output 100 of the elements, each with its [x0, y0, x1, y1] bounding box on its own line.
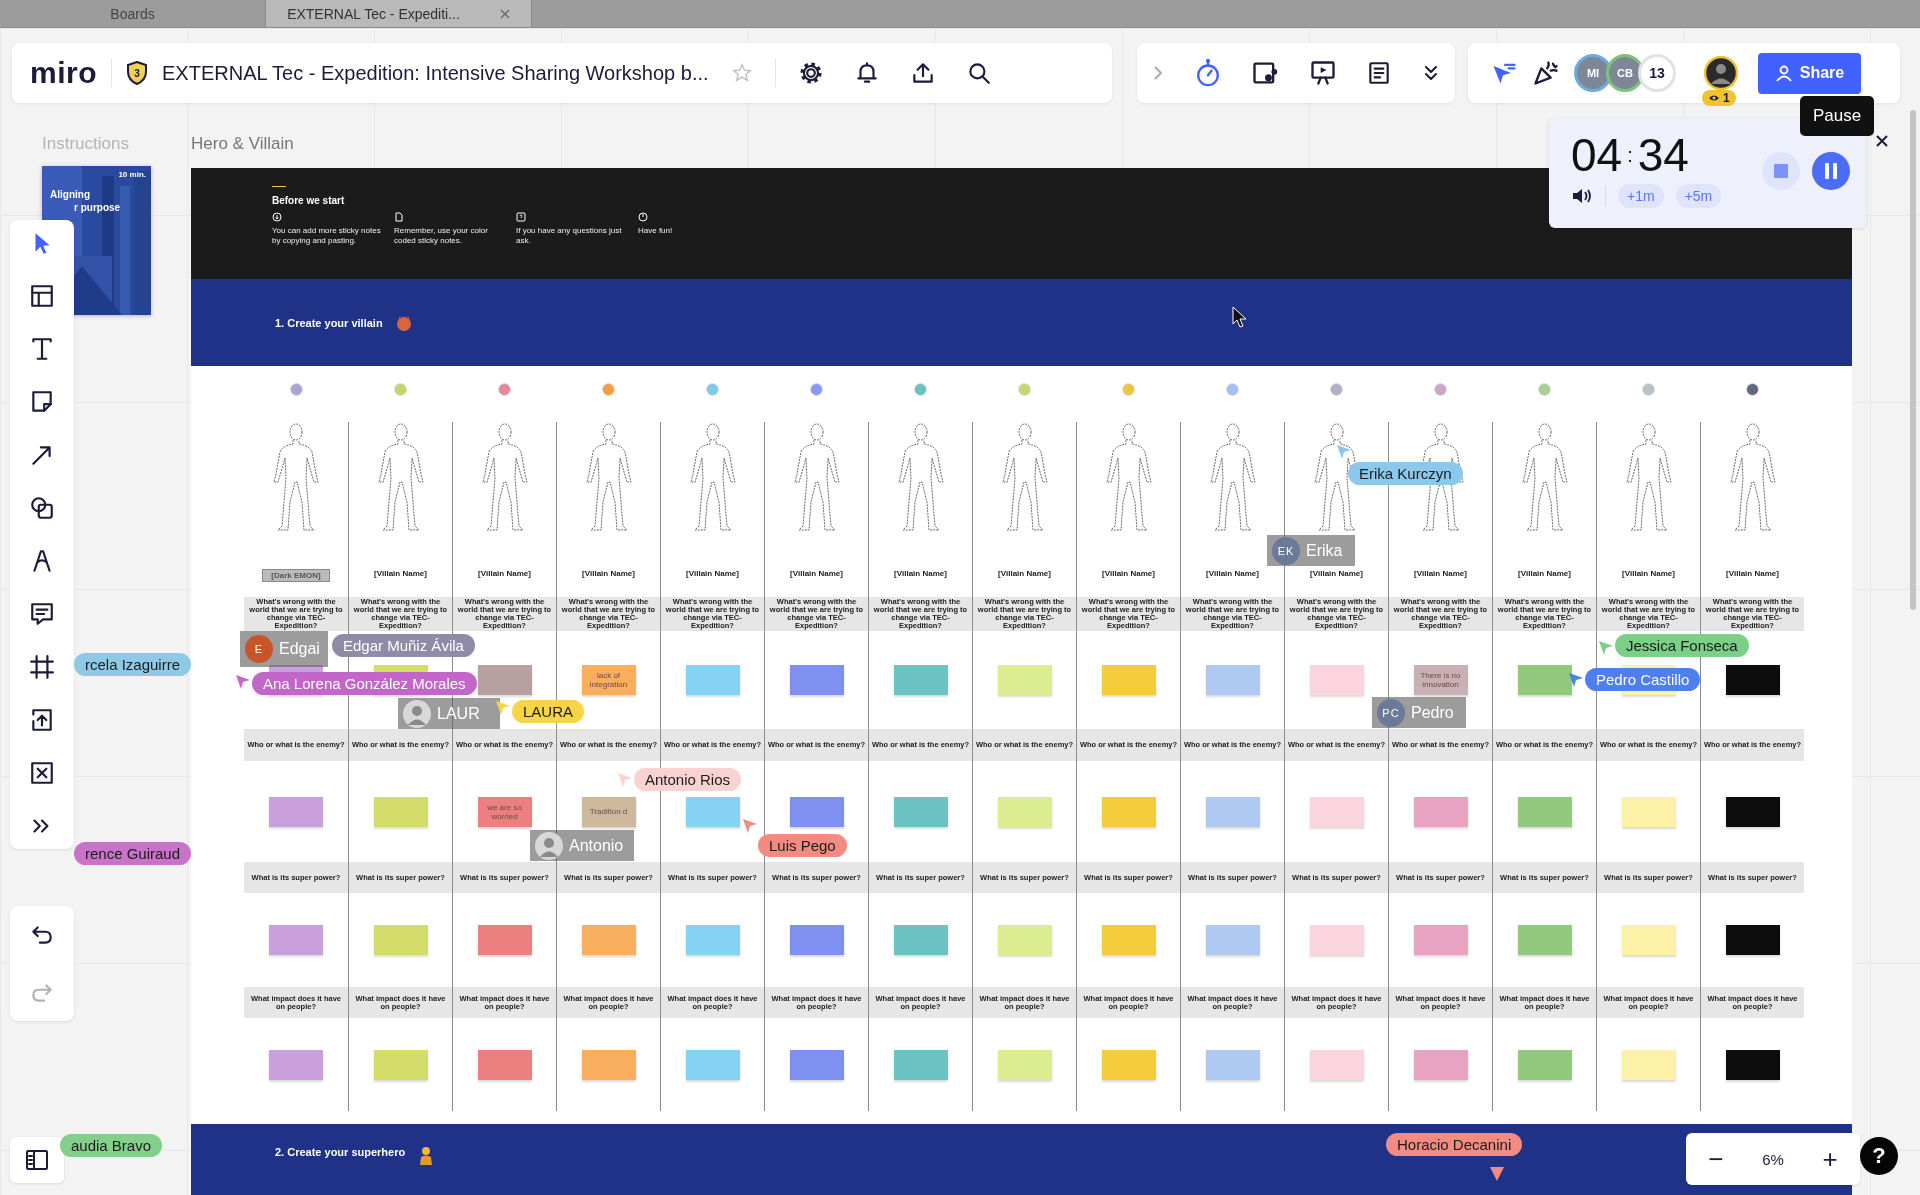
add-time-button[interactable]: +1m [1618, 184, 1664, 208]
eye-icon [1708, 94, 1720, 102]
stop-button[interactable] [1762, 152, 1800, 190]
pause-button[interactable] [1812, 152, 1850, 190]
section-title: 1. Create your villain [275, 316, 383, 329]
cursor-name-tooltip: Jessica Fonseca [1615, 634, 1749, 657]
tab-title: Boards [110, 5, 155, 22]
cursor-name-tooltip: Horacio Decanini [1386, 1133, 1523, 1156]
user-name: Pedro [1411, 703, 1454, 722]
card-title: Aligning [50, 188, 91, 201]
frame-icon[interactable] [29, 654, 55, 680]
tip-icon [638, 212, 648, 222]
villain-name: [Villain Name] [478, 569, 531, 578]
user-name: Antonio [569, 836, 624, 855]
intro-heading: Before we start [272, 195, 345, 206]
sticky-note[interactable]: Tradition d [581, 796, 636, 827]
tip-text: If you have any questions just ask. [516, 226, 623, 246]
cursor-icon [1568, 672, 1584, 688]
add-time-button[interactable]: +5m [1675, 184, 1722, 208]
timer-minutes: 04 [1571, 130, 1623, 180]
section-title: 2. Create your superhero [275, 1146, 406, 1158]
cursor-name-tooltip: rcela Izaguirre [74, 653, 192, 676]
party-popper-icon[interactable] [1532, 59, 1560, 87]
timer-separator: : [1627, 143, 1633, 167]
tip-icon [516, 212, 526, 222]
tip-text: Have fun! [638, 226, 674, 236]
shapes-icon[interactable] [29, 495, 55, 521]
cursor-icon [495, 700, 511, 716]
sticky-note-icon[interactable] [29, 389, 55, 415]
chevron-right-icon[interactable] [1151, 64, 1165, 82]
viewer-count: 1 [1723, 91, 1730, 105]
cursor-name-tooltip: Erika Kurczyn [1348, 462, 1463, 485]
cursor-icon [742, 818, 758, 834]
avatar-icon [403, 699, 431, 728]
cursor-name-tooltip: Edgar Muñiz Ávila [332, 634, 475, 657]
tab-title: EXTERNAL Tec - Expediti... [287, 5, 460, 22]
card-title: r purpose [73, 201, 121, 214]
pause-icon [1824, 163, 1838, 179]
time-label: 10 min. [118, 170, 146, 179]
tip-text: Remember, use your color coded sticky notes. [394, 226, 489, 246]
help-button[interactable]: ? [1860, 1137, 1898, 1175]
villain-name: [Villain Name] [582, 569, 635, 578]
cursor-name-tooltip: Antonio Rios [634, 768, 742, 791]
sticky-note[interactable] [1725, 1049, 1780, 1080]
user-name: Erika [1306, 541, 1343, 560]
timer-seconds: 34 [1637, 130, 1689, 180]
cursor-name-tooltip: audia Bravo [60, 1134, 163, 1157]
sticky-note[interactable]: we are so worried [477, 796, 532, 827]
villain-name: [Villain Name] [1414, 569, 1467, 578]
tip-text: You can add more sticky notes by copying and pasting. [272, 226, 382, 246]
zoom-in-button[interactable]: + [1816, 1143, 1844, 1175]
cursor-icon [1598, 640, 1614, 656]
villain-name: [Villain Name] [790, 569, 843, 578]
villain-name: [Villain Name] [1726, 569, 1779, 578]
zoom-out-button[interactable]: − [1702, 1143, 1730, 1175]
comment-icon[interactable] [29, 601, 55, 627]
villain-name: [Dark EMON] [262, 569, 330, 582]
tip-icon [394, 212, 404, 222]
villain-name: [Villain Name] [1518, 569, 1571, 578]
villain-name: [Villain Name] [374, 569, 427, 578]
zoom-level[interactable]: 6% [1762, 1150, 1784, 1168]
sidebar-toggle-button[interactable] [10, 1137, 64, 1183]
sticky-note[interactable] [1725, 796, 1780, 827]
sticky-note[interactable]: lack of integration [581, 665, 636, 695]
text-icon[interactable] [29, 336, 55, 362]
more-users-count[interactable]: 13 [1638, 54, 1676, 92]
cursor-icon [235, 674, 251, 690]
avatar-icon[interactable] [1704, 56, 1738, 90]
stop-icon [1774, 164, 1788, 178]
cursor-name-tooltip: rence Guiraud [74, 842, 192, 865]
mouse-pointer-icon [1232, 306, 1248, 328]
villain-name: [Villain Name] [998, 569, 1051, 578]
cursor-name-tooltip: Pedro Castillo [1585, 668, 1701, 691]
scrollbar[interactable] [1910, 110, 1916, 610]
villain-name: [Villain Name] [1622, 569, 1675, 578]
share-button[interactable]: Share [1758, 52, 1861, 94]
sticky-note[interactable]: There is no innovation [1413, 665, 1468, 695]
close-icon[interactable] [1875, 134, 1889, 148]
presentation-icon[interactable] [1308, 59, 1337, 87]
sidebar-icon [25, 1149, 49, 1171]
browser-tab[interactable]: EXTERNAL Tec - Expediti... [266, 0, 532, 27]
cursor-name-tooltip: Ana Lorena González Morales [252, 672, 477, 695]
cursor-icon [1489, 1166, 1505, 1182]
plan-badge: 3 [126, 61, 148, 85]
templates-icon[interactable] [29, 283, 55, 309]
cursor-name-tooltip: Luis Pego [758, 834, 847, 857]
star-icon[interactable] [730, 62, 753, 84]
cursor-name-tooltip: LAURA [512, 700, 585, 723]
frame-title[interactable]: Hero & Villain [191, 134, 294, 154]
villain-name: [Villain Name] [686, 569, 739, 578]
board-title[interactable]: EXTERNAL Tec - Expedition: Intensive Sharing Workshop b... [162, 61, 709, 85]
villain-name: [Villain Name] [1206, 569, 1259, 578]
miro-logo[interactable]: miro [30, 56, 97, 90]
user-name: Edgai [279, 640, 320, 658]
villain-name: [Villain Name] [1310, 569, 1363, 578]
tip-icon [272, 212, 282, 222]
volume-icon[interactable] [1571, 187, 1593, 205]
crossed-box-icon[interactable] [29, 760, 55, 786]
upload-icon[interactable] [29, 707, 55, 733]
settings-icon[interactable] [797, 60, 824, 86]
